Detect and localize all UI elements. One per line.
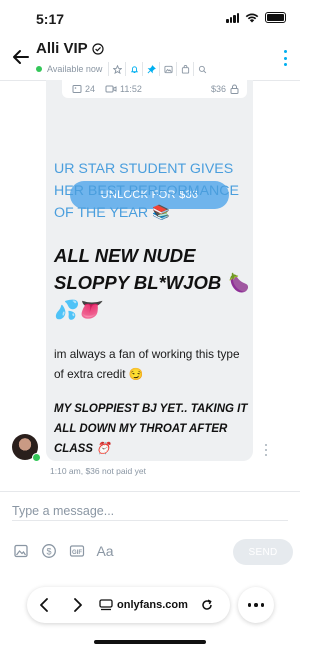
verified-icon <box>92 42 104 55</box>
bell-icon[interactable] <box>125 62 142 76</box>
message-options-icon[interactable] <box>264 444 268 456</box>
lock-icon <box>230 84 239 94</box>
video-icon <box>105 85 117 93</box>
photo-count-value: 24 <box>85 84 96 94</box>
image-icon[interactable] <box>12 542 30 560</box>
reload-icon[interactable] <box>200 598 214 612</box>
dollar-icon[interactable]: $ <box>40 542 58 560</box>
browser-toolbar: onlyfans.com <box>27 587 230 623</box>
header-action-icons <box>108 62 210 76</box>
message-big-line: ALL NEW NUDE SLOPPY BL*WJOB 🍆💦👅 <box>54 245 250 320</box>
photo-count: 24 <box>72 84 95 94</box>
message-headline: UR STAR STUDENT GIVES HER BEST PERFORMAN… <box>54 161 239 221</box>
availability-row: Available now <box>36 62 210 76</box>
address-bar[interactable]: onlyfans.com <box>99 598 214 612</box>
more-options-icon[interactable] <box>282 50 288 66</box>
back-arrow-icon[interactable] <box>10 46 32 68</box>
online-dot <box>36 66 42 72</box>
media-price: $36 <box>211 84 239 94</box>
pin-icon[interactable] <box>142 62 159 76</box>
message-body: im always a fan of working this type of … <box>54 347 240 381</box>
message-italic-line: MY SLOPPIEST BJ YET.. TAKING IT ALL DOWN… <box>54 403 248 455</box>
status-icons <box>226 12 286 23</box>
message-paid-status: $36 not paid yet <box>85 466 146 476</box>
svg-text:$: $ <box>46 546 51 556</box>
signal-icon <box>226 12 239 23</box>
browser-forward-icon[interactable] <box>61 587 95 623</box>
media-info-bar: 24 11:52 $36 <box>62 80 247 98</box>
status-time: 5:17 <box>36 11 65 27</box>
message-input[interactable] <box>12 500 282 522</box>
text-format-button[interactable]: Aa <box>96 542 114 560</box>
online-status-dot <box>32 453 41 462</box>
send-button[interactable]: SEND <box>233 539 293 565</box>
home-indicator <box>94 640 206 644</box>
page-menu-icon[interactable] <box>99 599 113 611</box>
svg-text:GIF: GIF <box>72 550 82 556</box>
url-text: onlyfans.com <box>117 599 188 611</box>
image-icon <box>72 85 82 93</box>
image-icon[interactable] <box>159 62 176 76</box>
star-icon[interactable] <box>108 62 125 76</box>
status-bar: 5:17 <box>0 0 300 36</box>
gif-icon[interactable]: GIF <box>68 542 86 560</box>
message-meta: 1:10 am, $36 not paid yet <box>50 466 146 476</box>
media-price-value: $36 <box>210 84 226 94</box>
chat-title[interactable]: Alli VIP <box>36 40 104 57</box>
browser-back-icon[interactable] <box>27 587 61 623</box>
browser-more-icon[interactable] <box>238 587 274 623</box>
input-underline <box>12 520 288 521</box>
chat-title-text: Alli VIP <box>36 40 88 57</box>
battery-icon <box>265 12 286 23</box>
message-time: 1:10 am, <box>50 466 84 476</box>
video-duration-value: 11:52 <box>120 84 142 94</box>
search-icon[interactable] <box>193 62 210 76</box>
video-duration: 11:52 <box>105 84 142 94</box>
composer-tools: $ GIF Aa <box>12 542 114 560</box>
availability-text: Available now <box>47 64 103 74</box>
shop-icon[interactable] <box>176 62 193 76</box>
chat-header: Alli VIP Available now <box>0 36 300 81</box>
wifi-icon <box>245 13 259 22</box>
composer-divider <box>0 491 300 492</box>
